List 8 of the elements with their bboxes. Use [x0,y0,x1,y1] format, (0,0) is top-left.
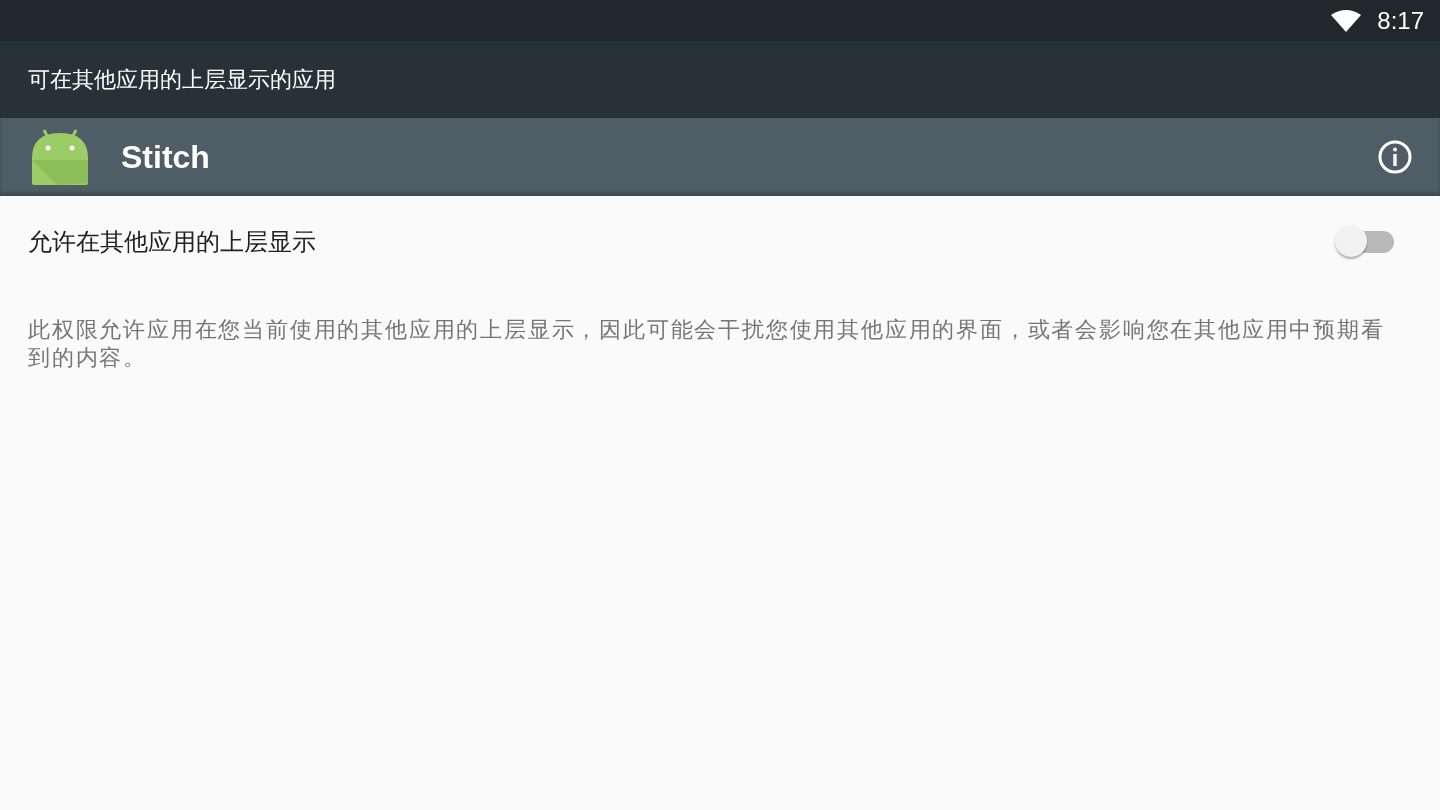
info-icon[interactable] [1378,140,1412,174]
android-robot-icon [32,128,88,186]
toolbar-title: 可在其他应用的上层显示的应用 [28,66,336,94]
wifi-icon [1331,9,1362,32]
app-name: Stitch [121,138,210,177]
description-text: 此权限允许应用在您当前使用的其他应用的上层显示，因此可能会干扰您使用其他应用的界面，或者会影响您在其他应用中预期看到的内容。 [27,316,1386,372]
status-time: 8:17 [1377,5,1424,36]
setting-label: 允许在其他应用的上层显示 [28,227,316,257]
